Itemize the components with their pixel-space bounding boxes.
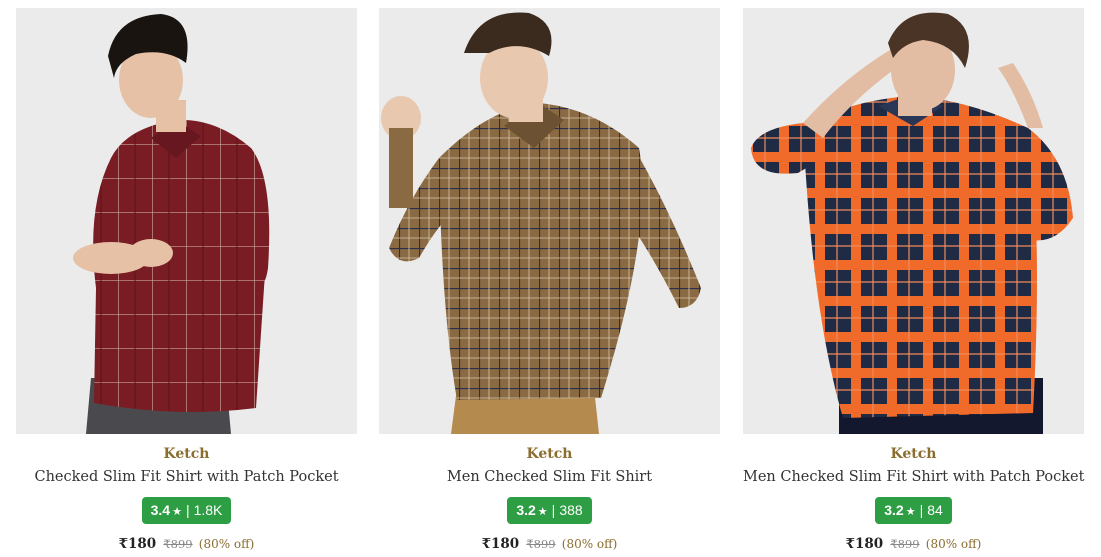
product-grid: Ketch Checked Slim Fit Shirt with Patch … <box>0 0 1101 557</box>
review-count: 388 <box>559 502 583 518</box>
product-title[interactable]: Checked Slim Fit Shirt with Patch Pocket <box>16 469 357 485</box>
price-row: ₹180 ₹899 (80% off) <box>743 536 1084 552</box>
sale-price: ₹180 <box>481 536 520 552</box>
product-photo <box>16 8 357 434</box>
rating-row: 3.4 ★ | 1.8K <box>16 497 357 524</box>
price-row: ₹180 ₹899 (80% off) <box>16 536 357 552</box>
rating-separator: | <box>919 502 924 518</box>
product-image[interactable] <box>379 8 720 434</box>
rating-badge[interactable]: 3.4 ★ | 1.8K <box>141 497 232 524</box>
review-count: 84 <box>927 502 943 518</box>
discount-label: (80% off) <box>925 537 982 551</box>
discount-label: (80% off) <box>198 537 255 551</box>
rating-score: 3.2 <box>884 502 904 518</box>
star-icon: ★ <box>905 506 916 518</box>
product-image[interactable] <box>743 8 1084 434</box>
product-photo <box>379 8 720 434</box>
rating-row: 3.2 ★ | 388 <box>379 497 720 524</box>
original-price: ₹899 <box>163 537 193 551</box>
product-title[interactable]: Men Checked Slim Fit Shirt with Patch Po… <box>743 469 1084 485</box>
product-card[interactable]: Ketch Checked Slim Fit Shirt with Patch … <box>16 8 357 557</box>
product-card[interactable]: Ketch Men Checked Slim Fit Shirt 3.2 ★ | 38… <box>379 8 720 557</box>
star-icon: ★ <box>537 506 548 518</box>
sale-price: ₹180 <box>118 536 157 552</box>
sale-price: ₹180 <box>845 536 884 552</box>
product-photo <box>743 8 1084 434</box>
product-brand[interactable]: Ketch <box>743 446 1084 462</box>
discount-label: (80% off) <box>561 537 618 551</box>
product-title[interactable]: Men Checked Slim Fit Shirt <box>379 469 720 485</box>
original-price: ₹899 <box>890 537 920 551</box>
price-row: ₹180 ₹899 (80% off) <box>379 536 720 552</box>
rating-badge[interactable]: 3.2 ★ | 388 <box>507 497 592 524</box>
rating-separator: | <box>185 502 190 518</box>
product-card[interactable]: Ketch Men Checked Slim Fit Shirt with Pa… <box>743 8 1084 557</box>
product-brand[interactable]: Ketch <box>16 446 357 462</box>
product-brand[interactable]: Ketch <box>379 446 720 462</box>
star-icon: ★ <box>172 506 182 518</box>
rating-score: 3.4 <box>150 502 171 518</box>
rating-row: 3.2 ★ | 84 <box>743 497 1084 524</box>
rating-score: 3.2 <box>516 502 536 518</box>
product-image[interactable] <box>16 8 357 434</box>
review-count: 1.8K <box>193 502 223 518</box>
original-price: ₹899 <box>526 537 556 551</box>
rating-separator: | <box>551 502 556 518</box>
rating-badge[interactable]: 3.2 ★ | 84 <box>875 497 952 524</box>
